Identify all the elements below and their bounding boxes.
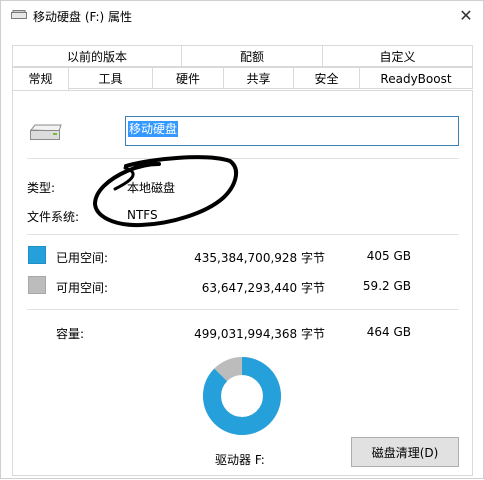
tab-hardware[interactable]: 硬件	[152, 67, 224, 89]
filesystem-label: 文件系统:	[27, 210, 80, 224]
tab-general[interactable]: 常规	[12, 67, 69, 90]
close-button[interactable]: ✕	[453, 4, 479, 28]
used-space-swatch	[28, 246, 46, 264]
capacity-size: 464 GB	[366, 325, 411, 339]
tab-previous-versions[interactable]: 以前的版本	[12, 45, 182, 67]
tab-quota[interactable]: 配额	[181, 45, 323, 67]
drive-name-field[interactable]: 移动硬盘	[125, 116, 459, 146]
type-label: 类型:	[27, 181, 56, 195]
tab-row-top: 以前的版本 配额 自定义	[12, 45, 473, 67]
tab-readyboost[interactable]: ReadyBoost	[359, 67, 473, 89]
free-space-bytes: 63,647,293,440 字节	[201, 281, 325, 295]
usage-donut-chart	[203, 357, 281, 435]
free-space-size: 59.2 GB	[362, 279, 411, 293]
tab-customize[interactable]: 自定义	[322, 45, 473, 67]
tab-security[interactable]: 安全	[293, 67, 360, 89]
drive-icon	[11, 10, 27, 19]
title-bar: 移动硬盘 (F:) 属性 ✕	[1, 1, 483, 31]
drive-name-selected-text: 移动硬盘	[128, 121, 179, 137]
disk-cleanup-button[interactable]: 磁盘清理(D)	[351, 437, 459, 467]
tab-tools[interactable]: 工具	[68, 67, 153, 89]
drive-letter-label: 驱动器 F:	[215, 453, 265, 467]
properties-window: 移动硬盘 (F:) 属性 ✕ 以前的版本 配额 自定义 常规 工具 硬件 共享 …	[0, 0, 484, 479]
capacity-bytes: 499,031,994,368 字节	[194, 327, 325, 341]
used-space-size: 405 GB	[366, 249, 411, 263]
tab-row-bottom: 常规 工具 硬件 共享 安全 ReadyBoost	[12, 67, 473, 90]
window-title: 移动硬盘 (F:) 属性	[33, 10, 133, 24]
used-space-bytes: 435,384,700,928 字节	[194, 251, 325, 265]
filesystem-value: NTFS	[127, 208, 158, 222]
free-space-swatch	[28, 276, 46, 294]
tab-sharing[interactable]: 共享	[223, 67, 294, 89]
type-value: 本地磁盘	[127, 181, 176, 195]
removable-drive-icon	[29, 124, 62, 140]
separator	[27, 158, 459, 159]
used-space-label: 已用空间:	[56, 251, 109, 265]
free-space-label: 可用空间:	[56, 281, 109, 295]
separator	[27, 309, 459, 310]
separator	[27, 234, 459, 235]
capacity-label: 容量:	[56, 327, 85, 341]
